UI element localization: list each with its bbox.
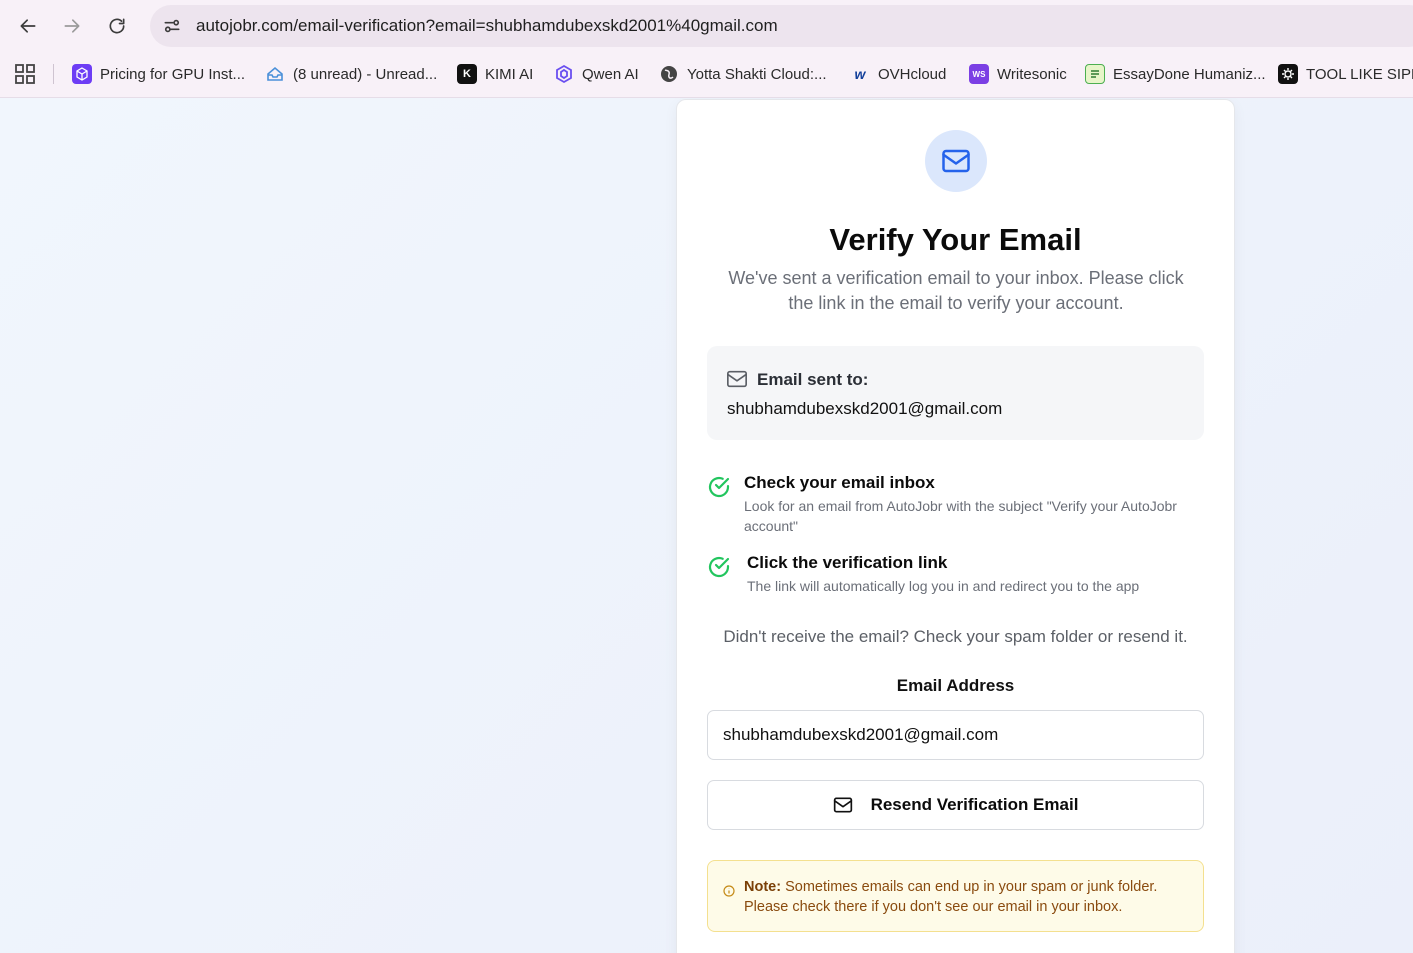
url-text: autojobr.com/email-verification?email=sh… [196, 16, 778, 35]
address-bar[interactable]: autojobr.com/email-verification?email=sh… [150, 5, 1413, 47]
mail-badge [925, 130, 987, 192]
page-subtitle: We've sent a verification email to your … [728, 268, 1184, 313]
mail-tray-icon [265, 64, 285, 84]
verification-card: Verify Your Email We've sent a verificat… [676, 99, 1235, 953]
mail-icon [727, 370, 747, 388]
bookmark-item[interactable]: TOOL LIKE SIPLY [1278, 61, 1413, 87]
email-sent-box: Email sent to: shubhamdubexskd2001@gmail… [707, 346, 1204, 440]
bookmark-item[interactable]: K KIMI AI [457, 61, 533, 87]
mail-icon [833, 797, 852, 813]
writesonic-icon: WS [969, 64, 989, 84]
back-arrow-icon[interactable] [13, 11, 43, 41]
email-address-input[interactable] [707, 710, 1204, 760]
mail-icon [942, 149, 970, 173]
bookmark-item[interactable]: EssayDone Humaniz... [1085, 61, 1266, 87]
qwen-icon [554, 64, 574, 84]
step-title: Click the verification link [747, 553, 948, 572]
note-text: Note: Sometimes emails can end up in you… [744, 877, 1194, 917]
apps-grid-icon[interactable] [14, 63, 36, 85]
page-title: Verify Your Email [829, 222, 1082, 257]
email-address-label: Email Address [896, 676, 1015, 695]
bookmark-item[interactable]: WS Writesonic [969, 61, 1067, 87]
bookmark-item[interactable]: Pricing for GPU Inst... [72, 61, 245, 87]
tool-icon [1278, 64, 1298, 84]
resend-hint: Didn't receive the email? Check your spa… [723, 627, 1188, 646]
spam-note: Note: Sometimes emails can end up in you… [707, 860, 1204, 932]
ovh-icon: w [854, 66, 866, 82]
info-icon [723, 885, 735, 897]
email-sent-value: shubhamdubexskd2001@gmail.com [727, 399, 1003, 418]
browser-toolbar: autojobr.com/email-verification?email=sh… [0, 0, 1413, 52]
resend-button-label: Resend Verification Email [870, 795, 1079, 814]
bookmark-item[interactable]: Qwen AI [554, 61, 639, 87]
resend-verification-button[interactable]: Resend Verification Email [707, 780, 1204, 830]
kimi-k-icon: K [457, 64, 477, 84]
bookmark-item[interactable]: Yotta Shakti Cloud:... [659, 61, 827, 87]
bookmarks-divider [53, 64, 54, 84]
bookmarks-bar: Pricing for GPU Inst... (8 unread) - Unr… [0, 52, 1413, 98]
email-sent-label: Email sent to: [757, 370, 869, 389]
site-settings-icon[interactable] [162, 16, 182, 36]
check-circle-icon [708, 556, 730, 578]
reload-icon[interactable] [102, 11, 132, 41]
essaydone-icon [1085, 64, 1105, 84]
note-label: Note: [744, 879, 782, 895]
step-title: Check your email inbox [744, 473, 935, 492]
step-description: Look for an email from AutoJobr with the… [744, 498, 1177, 534]
check-circle-icon [708, 476, 730, 498]
globe-icon [659, 64, 679, 84]
forward-arrow-icon[interactable] [57, 11, 87, 41]
step-description: The link will automatically log you in a… [747, 578, 1140, 594]
cube-icon [72, 64, 92, 84]
note-body: Sometimes emails can end up in your spam… [744, 879, 1158, 915]
bookmark-item[interactable]: w OVHcloud [850, 61, 947, 87]
bookmark-item[interactable]: (8 unread) - Unread... [265, 61, 437, 87]
page-background: Verify Your Email We've sent a verificat… [0, 98, 1413, 953]
